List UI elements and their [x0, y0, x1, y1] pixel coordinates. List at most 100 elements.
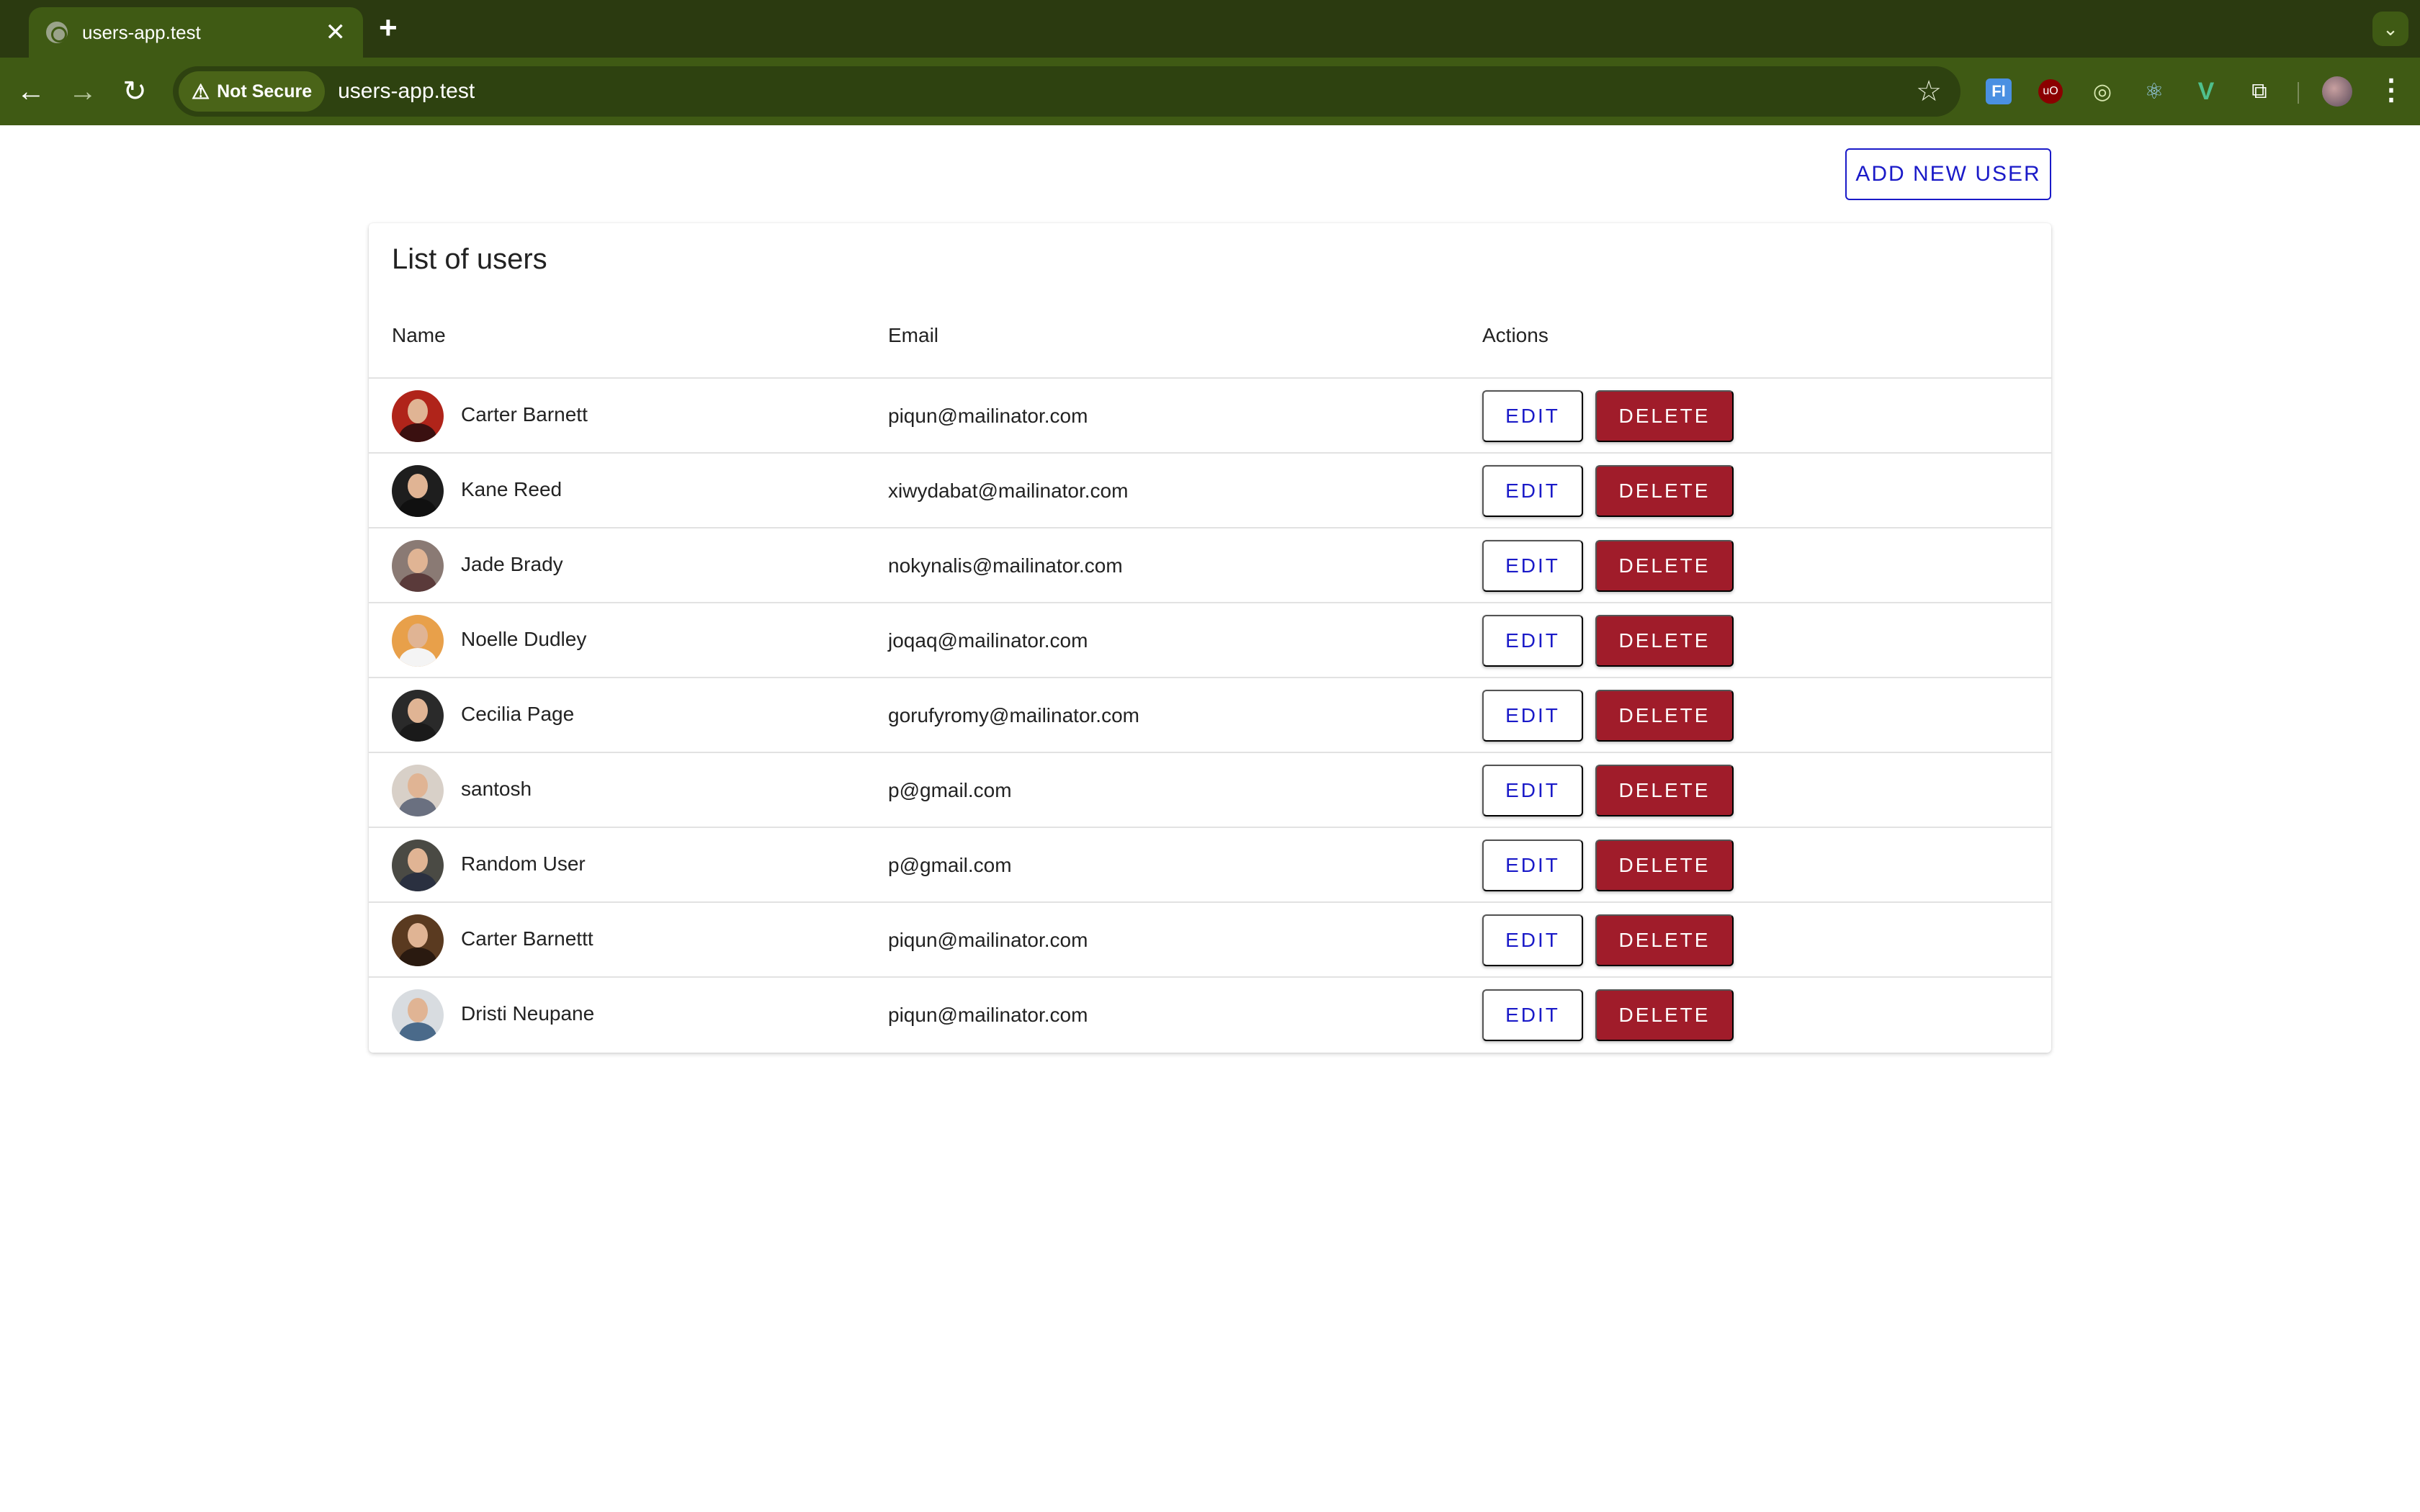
user-email: piqun@mailinator.com — [888, 929, 1088, 951]
address-bar[interactable]: ⚠ Not Secure users-app.test ☆ — [173, 66, 1960, 117]
fi-extension-icon[interactable]: FI — [1986, 78, 2012, 104]
avatar-body — [399, 873, 436, 891]
profile-avatar[interactable] — [2322, 76, 2352, 107]
avatar-body — [399, 723, 436, 742]
user-email: nokynalis@mailinator.com — [888, 554, 1123, 577]
avatar-head — [408, 773, 428, 798]
avatar-head — [408, 474, 428, 498]
avatar — [392, 615, 444, 667]
users-table-body: Carter Barnett piqun@mailinator.com EDIT… — [369, 379, 2051, 1053]
avatar — [392, 540, 444, 592]
avatar-head — [408, 549, 428, 573]
edit-button[interactable]: EDIT — [1482, 390, 1583, 442]
delete-button[interactable]: DELETE — [1595, 690, 1734, 742]
users-card: List of users Name Email Actions Carter … — [369, 223, 2051, 1053]
avatar-head — [408, 998, 428, 1022]
user-name: Kane Reed — [461, 478, 563, 500]
avatar-body — [399, 948, 436, 966]
table-row: Noelle Dudley joqaq@mailinator.com EDIT … — [369, 603, 2051, 678]
edit-button[interactable]: EDIT — [1482, 540, 1583, 592]
user-email: xiwydabat@mailinator.com — [888, 480, 1129, 502]
edit-button[interactable]: EDIT — [1482, 840, 1583, 891]
user-name: Cecilia Page — [461, 703, 575, 725]
browser-tabstrip: users-app.test ✕ + ⌄ — [0, 0, 2420, 58]
avatar — [392, 690, 444, 742]
react-devtools-icon[interactable]: ⚛ — [2139, 76, 2169, 107]
delete-button[interactable]: DELETE — [1595, 465, 1734, 517]
edit-button[interactable]: EDIT — [1482, 989, 1583, 1041]
avatar-head — [408, 923, 428, 948]
table-row: santosh p@gmail.com EDIT DELETE — [369, 753, 2051, 828]
avatar — [392, 840, 444, 891]
delete-button[interactable]: DELETE — [1595, 540, 1734, 592]
table-row: Random User p@gmail.com EDIT DELETE — [369, 828, 2051, 903]
user-email: piqun@mailinator.com — [888, 1004, 1088, 1026]
close-tab-icon[interactable]: ✕ — [326, 18, 346, 47]
delete-button[interactable]: DELETE — [1595, 615, 1734, 667]
url-text[interactable]: users-app.test — [338, 79, 475, 104]
browser-tab[interactable]: users-app.test ✕ — [29, 7, 363, 58]
avatar-body — [399, 1022, 436, 1041]
avatar-head — [408, 698, 428, 723]
user-email: piqun@mailinator.com — [888, 405, 1088, 427]
avatar-body — [399, 648, 436, 667]
user-name: Carter Barnettt — [461, 927, 593, 950]
puzzle-extensions-icon[interactable]: ⧉ — [2244, 76, 2275, 107]
edit-button[interactable]: EDIT — [1482, 690, 1583, 742]
new-tab-button[interactable]: + — [379, 10, 398, 46]
avatar-body — [399, 423, 436, 442]
add-new-user-button[interactable]: ADD NEW USER — [1845, 148, 2051, 200]
security-badge[interactable]: ⚠ Not Secure — [179, 71, 326, 112]
user-email: p@gmail.com — [888, 779, 1012, 801]
table-row: Dristi Neupane piqun@mailinator.com EDIT… — [369, 978, 2051, 1053]
tab-search-button[interactable]: ⌄ — [2372, 12, 2408, 46]
avatar — [392, 765, 444, 816]
column-header-actions: Actions — [1482, 324, 1549, 346]
table-row: Cecilia Page gorufyromy@mailinator.com E… — [369, 678, 2051, 753]
vue-devtools-icon[interactable]: V — [2191, 76, 2221, 107]
toolbar-divider — [2298, 82, 2299, 104]
table-row: Jade Brady nokynalis@mailinator.com EDIT… — [369, 528, 2051, 603]
avatar-body — [399, 798, 436, 816]
avatar — [392, 465, 444, 517]
tab-title: users-app.test — [82, 21, 201, 43]
user-name: Carter Barnett — [461, 403, 588, 426]
user-email: joqaq@mailinator.com — [888, 629, 1088, 652]
avatar-head — [408, 848, 428, 873]
table-row: Kane Reed xiwydabat@mailinator.com EDIT … — [369, 454, 2051, 528]
delete-button[interactable]: DELETE — [1595, 989, 1734, 1041]
avatar — [392, 989, 444, 1041]
security-label: Not Secure — [217, 81, 313, 102]
delete-button[interactable]: DELETE — [1595, 765, 1734, 816]
bookmark-star-icon[interactable]: ☆ — [1916, 75, 1942, 108]
edit-button[interactable]: EDIT — [1482, 765, 1583, 816]
edit-button[interactable]: EDIT — [1482, 914, 1583, 966]
edit-button[interactable]: EDIT — [1482, 465, 1583, 517]
user-name: Jade Brady — [461, 553, 563, 575]
user-name: Noelle Dudley — [461, 628, 587, 650]
table-row: Carter Barnett piqun@mailinator.com EDIT… — [369, 379, 2051, 454]
delete-button[interactable]: DELETE — [1595, 914, 1734, 966]
avatar-head — [408, 399, 428, 423]
delete-button[interactable]: DELETE — [1595, 390, 1734, 442]
browser-toolbar: ← → ↻ ⚠ Not Secure users-app.test ☆ FI u… — [0, 58, 2420, 125]
avatar-head — [408, 624, 428, 648]
more-menu-icon[interactable]: ⋮ — [2377, 73, 2406, 107]
card-title: List of users — [392, 243, 547, 275]
delete-button[interactable]: DELETE — [1595, 840, 1734, 891]
avatar — [392, 390, 444, 442]
user-email: gorufyromy@mailinator.com — [888, 704, 1139, 726]
edit-button[interactable]: EDIT — [1482, 615, 1583, 667]
avatar-body — [399, 573, 436, 592]
user-name: santosh — [461, 778, 532, 800]
target-icon[interactable]: ◎ — [2087, 76, 2118, 107]
table-row: Carter Barnettt piqun@mailinator.com EDI… — [369, 903, 2051, 978]
column-header-email: Email — [888, 324, 939, 346]
user-email: p@gmail.com — [888, 854, 1012, 876]
forward-icon[interactable]: → — [65, 73, 101, 109]
ublock-icon[interactable]: uO — [2038, 79, 2063, 104]
reload-icon[interactable]: ↻ — [117, 73, 153, 109]
avatar — [392, 914, 444, 966]
warning-icon: ⚠ — [192, 80, 210, 103]
back-icon[interactable]: ← — [13, 73, 49, 109]
